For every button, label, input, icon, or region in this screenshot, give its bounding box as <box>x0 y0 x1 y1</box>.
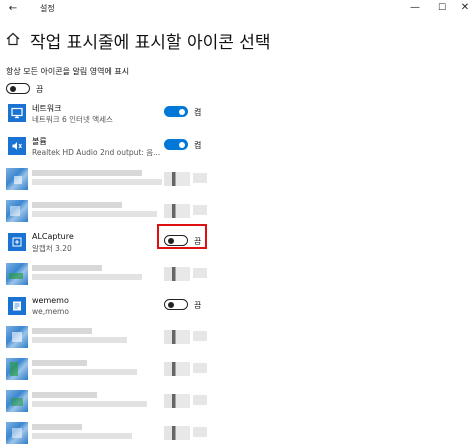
list-item-network: 네트워크 네트워크 6 인터넷 액세스 켬 <box>0 100 474 130</box>
redacted-text <box>32 328 92 334</box>
app-subtitle: Realtek HD Audio 2nd output: 음... <box>32 148 160 157</box>
app-subtitle: we,memo <box>32 307 69 316</box>
redacted-text <box>32 360 87 366</box>
redacted-state <box>193 173 207 183</box>
volume-toggle[interactable] <box>164 139 188 150</box>
redacted-text <box>32 265 102 271</box>
wememo-toggle[interactable] <box>164 299 188 310</box>
list-item-redacted <box>0 388 474 418</box>
redacted-text <box>32 337 127 343</box>
title-bar: ← 설정 — ☐ ✕ <box>0 0 474 18</box>
redacted-toggle[interactable] <box>164 172 190 186</box>
redacted-state <box>193 268 207 278</box>
maximize-button[interactable]: ☐ <box>434 1 450 15</box>
redacted-text <box>32 211 157 217</box>
redacted-text <box>32 274 142 280</box>
redacted-icon <box>6 358 28 380</box>
redacted-toggle[interactable] <box>164 330 190 344</box>
redacted-toggle[interactable] <box>164 267 190 281</box>
app-name: ALCapture <box>32 232 74 241</box>
wememo-icon <box>8 297 26 315</box>
network-toggle[interactable] <box>164 106 188 117</box>
redacted-text <box>32 369 137 375</box>
always-show-toggle[interactable] <box>6 83 30 94</box>
redacted-text <box>32 170 142 176</box>
redacted-icon <box>6 422 28 444</box>
minimize-button[interactable]: — <box>407 1 423 15</box>
redacted-icon <box>6 263 28 285</box>
list-item-redacted <box>0 166 474 196</box>
redacted-text <box>32 202 122 208</box>
network-icon <box>8 104 26 122</box>
list-item-volume: 볼륨 Realtek HD Audio 2nd output: 음... 켬 <box>0 133 474 163</box>
app-subtitle: 알캡처 3.20 <box>32 244 72 253</box>
redacted-icon <box>6 200 28 222</box>
redacted-toggle[interactable] <box>164 362 190 376</box>
redacted-state <box>193 395 207 405</box>
back-button[interactable]: ← <box>6 2 20 16</box>
redacted-icon <box>6 168 28 190</box>
redacted-text <box>32 424 82 430</box>
redacted-state <box>193 331 207 341</box>
close-button[interactable]: ✕ <box>457 1 473 15</box>
redacted-state <box>193 427 207 437</box>
list-item-wememo: wememo we,memo 끔 <box>0 293 474 323</box>
app-subtitle: 네트워크 6 인터넷 액세스 <box>32 115 113 124</box>
app-name: 볼륨 <box>32 137 47 146</box>
alcapture-icon <box>8 233 26 251</box>
volume-icon <box>8 137 26 155</box>
page-title: 작업 표시줄에 표시할 아이콘 선택 <box>30 33 271 53</box>
redacted-icon <box>6 390 28 412</box>
app-name: wememo <box>32 296 69 305</box>
network-state: 켬 <box>194 108 202 117</box>
redacted-text <box>32 179 162 185</box>
list-item-redacted <box>0 198 474 228</box>
wememo-state: 끔 <box>194 301 202 310</box>
list-item-redacted <box>0 261 474 291</box>
redacted-toggle[interactable] <box>164 394 190 408</box>
redacted-state <box>193 363 207 373</box>
page-header: 작업 표시줄에 표시할 아이콘 선택 <box>6 28 466 53</box>
redacted-text <box>32 433 132 439</box>
redacted-icon <box>6 326 28 348</box>
list-item-redacted <box>0 420 474 447</box>
redacted-text <box>32 401 147 407</box>
redacted-toggle[interactable] <box>164 204 190 218</box>
volume-state: 켬 <box>194 141 202 150</box>
redacted-text <box>32 392 97 398</box>
always-show-state: 끔 <box>36 85 44 94</box>
list-item-alcapture: ALCapture 알캡처 3.20 끔 <box>0 229 474 259</box>
app-name: 네트워크 <box>32 104 62 113</box>
home-icon[interactable] <box>6 31 20 46</box>
highlight-annotation <box>157 224 207 249</box>
app-title: 설정 <box>40 4 55 13</box>
redacted-toggle[interactable] <box>164 426 190 440</box>
always-show-label: 항상 모든 아이콘을 알림 영역에 표시 <box>6 67 130 76</box>
redacted-state <box>193 205 207 215</box>
list-item-redacted <box>0 324 474 354</box>
list-item-redacted <box>0 356 474 386</box>
